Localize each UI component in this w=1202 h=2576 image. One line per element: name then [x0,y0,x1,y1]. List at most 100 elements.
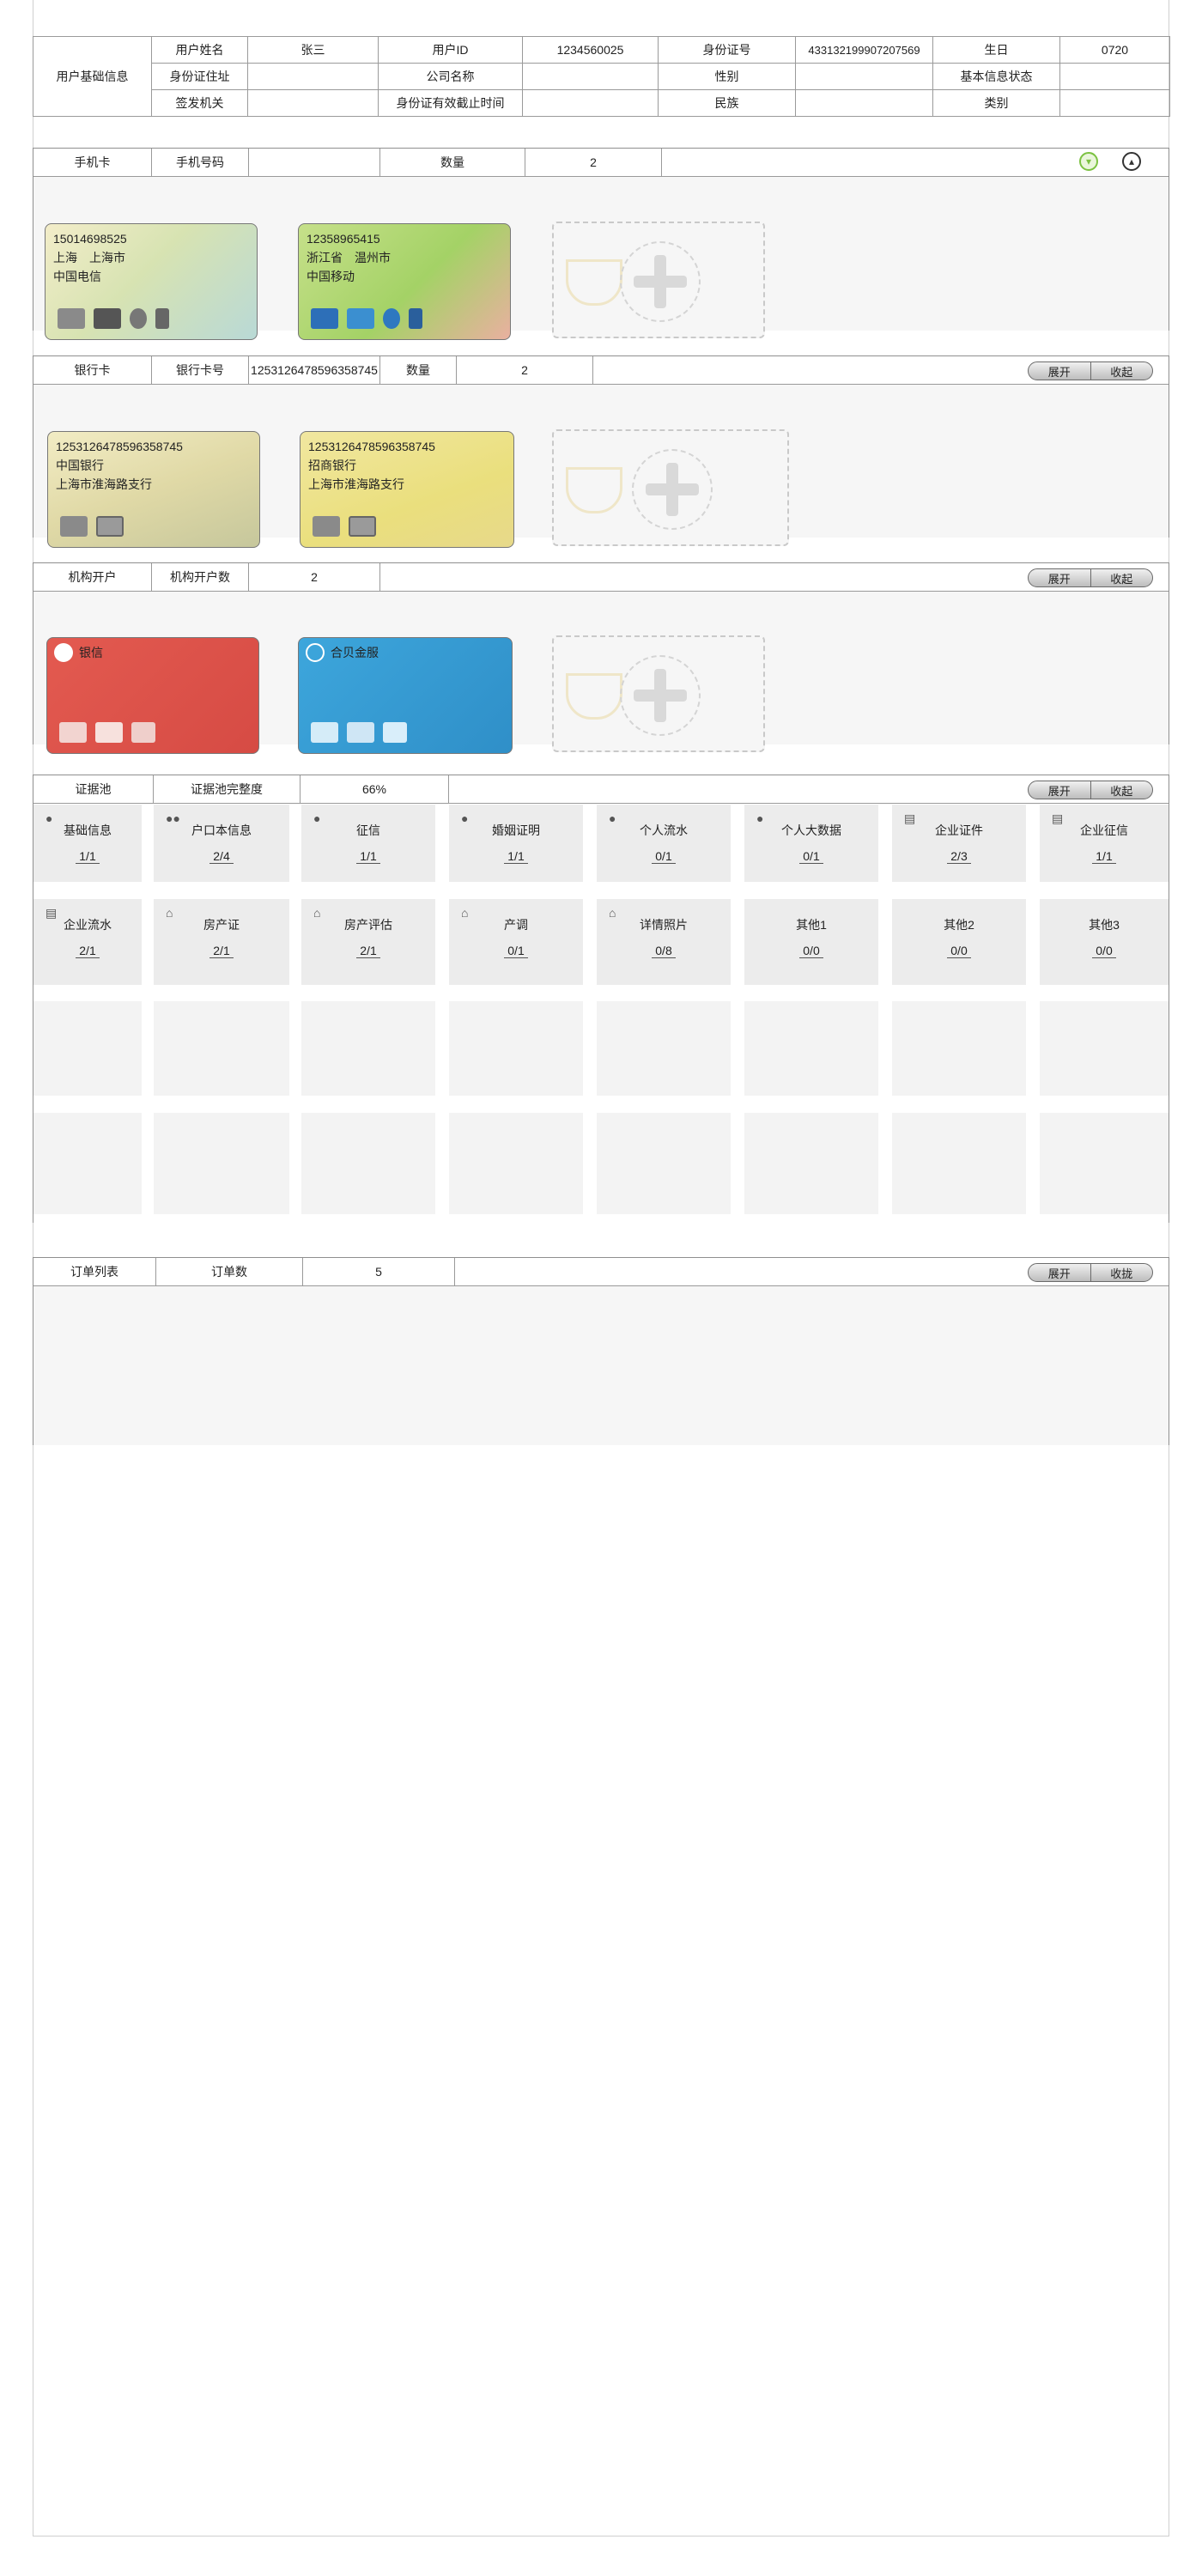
evidence-item[interactable]: ● 个人大数据 0/1 [744,805,878,882]
evidence-grid: ● 基础信息 1/1 ●● 户口本信息 2/4 ● 征信 1/1 ● 婚姻证明 1/1 ● 个人流… [33,804,1169,1223]
evidence-title: 企业流水 [64,918,112,932]
evidence-item[interactable]: ▤ 企业征信 1/1 [1040,805,1169,882]
bank-card-number: 1253126478596358745 [308,440,435,453]
phone-card-region: 浙江省 温州市 [307,251,391,264]
save-icon[interactable] [131,722,155,743]
org-header: 机构开户 机构开户数 2 展开 收起 [33,563,1169,592]
plus-icon [620,241,701,322]
evidence-item[interactable]: ⌂ 产调 0/1 [449,899,583,985]
empty-slot [892,1113,1026,1214]
field-label: 身份证有效截止时间 [378,89,523,117]
evidence-item[interactable]: ●● 户口本信息 2/4 [154,805,289,882]
bank-toggle: 展开 收起 [1028,361,1153,380]
expand-button[interactable]: 展开 [1029,362,1090,380]
phone-header: 手机卡 手机号码 数量 2 ▾ ▴ [33,149,1169,177]
empty-slot [1040,1001,1169,1096]
collapse-up-icon[interactable]: ▴ [1122,152,1141,171]
folder-icon[interactable] [313,516,340,537]
field-value: 张三 [247,36,379,64]
field-label: 基本信息状态 [932,63,1060,90]
evidence-item[interactable]: ● 基础信息 1/1 [33,805,142,882]
collapse-button[interactable]: 收拢 [1090,1264,1153,1281]
evidence-item[interactable]: ⌂ 详情照片 0/8 [597,899,731,985]
bank-card-icon[interactable] [96,516,124,537]
evidence-item[interactable]: ⌂ 房产评估 2/1 [301,899,435,985]
evidence-item[interactable]: ● 征信 1/1 [301,805,435,882]
field-label: 签发机关 [151,89,248,117]
bank-card-icon[interactable] [349,516,376,537]
evidence-item[interactable]: 其他1 0/0 [744,899,878,985]
save-icon[interactable] [383,722,407,743]
expand-down-icon[interactable]: ▾ [1079,152,1098,171]
empty-slot [744,1001,878,1096]
folder-icon[interactable] [311,308,338,329]
phone-card-mobile[interactable]: 12358965415 浙江省 温州市 中国移动 [298,223,511,340]
phone-icon[interactable] [409,308,422,329]
folder-icon[interactable] [60,516,88,537]
add-phone-card-button[interactable] [552,222,765,338]
empty-slot [301,1113,435,1214]
bank-header: 银行卡 银行卡号 1253126478596358745 数量 2 展开 收起 [33,356,1169,385]
evidence-item[interactable]: ● 个人流水 0/1 [597,805,731,882]
empty-slot [301,1001,435,1096]
collapse-button[interactable]: 收起 [1090,781,1153,799]
money-bag-icon[interactable] [383,308,400,329]
evidence-item[interactable]: 其他2 0/0 [892,899,1026,985]
expand-button[interactable]: 展开 [1029,569,1090,586]
org-card-yinxin[interactable]: 银信 [46,637,259,754]
evidence-count: 2/1 [356,944,380,958]
id-card-icon[interactable] [347,308,374,329]
field-value [795,63,933,90]
evidence-title: 户口本信息 [191,823,252,837]
bank-card-boc[interactable]: 1253126478596358745 中国银行 上海市淮海路支行 [47,431,260,548]
evidence-count: 1/1 [356,849,380,864]
collapse-button[interactable]: 收起 [1090,569,1153,586]
phone-cards-area: 15014698525 上海 上海市 中国电信 12358965415 浙江省 … [33,177,1169,340]
evidence-header: 证据池 证据池完整度 66% 展开 收起 [33,775,1169,804]
evidence-count: 0/0 [1092,944,1116,958]
id-card-icon[interactable] [59,722,87,743]
collapse-button[interactable]: 收起 [1090,362,1153,380]
bank-card-branch: 上海市淮海路支行 [56,477,152,491]
evidence-count: 0/0 [799,944,823,958]
bank-card-icon[interactable] [95,722,123,743]
folder-icon[interactable] [58,308,85,329]
phone-card-telecom[interactable]: 15014698525 上海 上海市 中国电信 [45,223,258,340]
watermark-logo-icon [566,259,622,306]
field-value: 433132199907207569 [795,36,933,64]
evidence-title: 其他3 [1089,918,1120,932]
evidence-title: 基础信息 [64,823,112,837]
evidence-item[interactable]: ▤ 企业证件 2/3 [892,805,1026,882]
id-card-icon[interactable] [311,722,338,743]
phone-icon[interactable] [155,308,169,329]
evidence-completeness-label: 证据池完整度 [154,775,300,803]
bank-card-cmb[interactable]: 1253126478596358745 招商银行 上海市淮海路支行 [300,431,514,548]
org-section: 机构开户 机构开户数 2 展开 收起 银信 合贝金服 [33,562,1169,754]
org-card-hebei[interactable]: 合贝金服 [298,637,513,754]
org-card-name: 合贝金服 [331,646,379,659]
evidence-item[interactable]: ⌂ 房产证 2/1 [154,899,289,985]
field-value [795,89,933,117]
evidence-count: 0/8 [652,944,676,958]
add-org-account-button[interactable] [552,635,765,752]
bank-count-value: 2 [457,356,593,384]
add-bank-card-button[interactable] [552,429,789,546]
bank-card-icon[interactable] [347,722,374,743]
money-bag-icon[interactable] [130,308,147,329]
org-count-value: 2 [249,563,380,591]
expand-button[interactable]: 展开 [1029,1264,1090,1281]
field-label: 生日 [932,36,1060,64]
field-label: 用户姓名 [151,36,248,64]
expand-button[interactable]: 展开 [1029,781,1090,799]
evidence-count: 0/1 [504,944,528,958]
field-label: 类别 [932,89,1060,117]
orders-count-value: 5 [303,1258,455,1285]
field-value [1059,63,1170,90]
evidence-item[interactable]: ● 婚姻证明 1/1 [449,805,583,882]
evidence-item[interactable]: 其他3 0/0 [1040,899,1169,985]
evidence-item[interactable]: ▤ 企业流水 2/1 [33,899,142,985]
empty-slot [33,1113,142,1214]
evidence-title: 房产评估 [344,918,392,932]
id-card-icon[interactable] [94,308,121,329]
evidence-title: 详情照片 [640,918,688,932]
